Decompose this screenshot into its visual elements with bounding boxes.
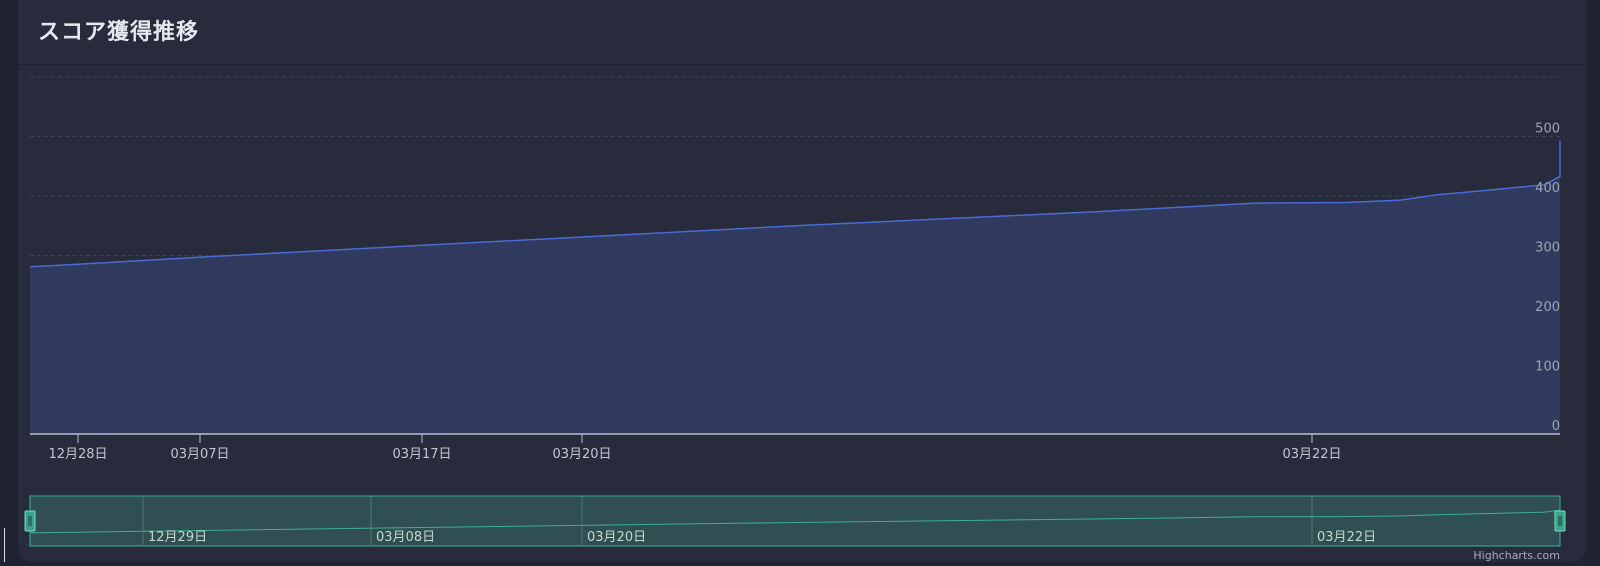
navigator-tick-label: 12月29日: [148, 530, 207, 545]
score-area-chart[interactable]: 0 100 200 300 400 500 12月28日 03月07日 03月17日 03月20…: [0, 0, 1600, 566]
y-tick-label: 500: [1535, 122, 1560, 137]
y-tick-label: 100: [1535, 360, 1560, 375]
series-area: [30, 176, 1560, 434]
credits-link[interactable]: Highcharts.com: [1473, 549, 1560, 562]
y-tick-label: 400: [1535, 181, 1560, 196]
x-tick-label: 12月28日: [48, 447, 107, 462]
x-tick-label: 03月07日: [170, 447, 229, 462]
navigator-handle-left[interactable]: [24, 510, 36, 532]
navigator[interactable]: 12月29日 03月08日 03月20日 03月22日: [24, 495, 1566, 547]
y-tick-label: 200: [1535, 300, 1560, 315]
y-tick-label: 0: [1552, 419, 1560, 434]
x-axis-ticks: 12月28日 03月07日 03月17日 03月20日 03月22日: [48, 434, 1342, 462]
navigator-tick-label: 03月08日: [376, 530, 435, 545]
navigator-handle-right[interactable]: [1554, 510, 1566, 532]
y-tick-label: 300: [1535, 241, 1560, 256]
x-tick-label: 03月22日: [1282, 447, 1341, 462]
navigator-tick-label: 03月20日: [587, 530, 646, 545]
x-tick-label: 03月17日: [392, 447, 451, 462]
x-tick-label: 03月20日: [552, 447, 611, 462]
navigator-tick-label: 03月22日: [1317, 530, 1376, 545]
